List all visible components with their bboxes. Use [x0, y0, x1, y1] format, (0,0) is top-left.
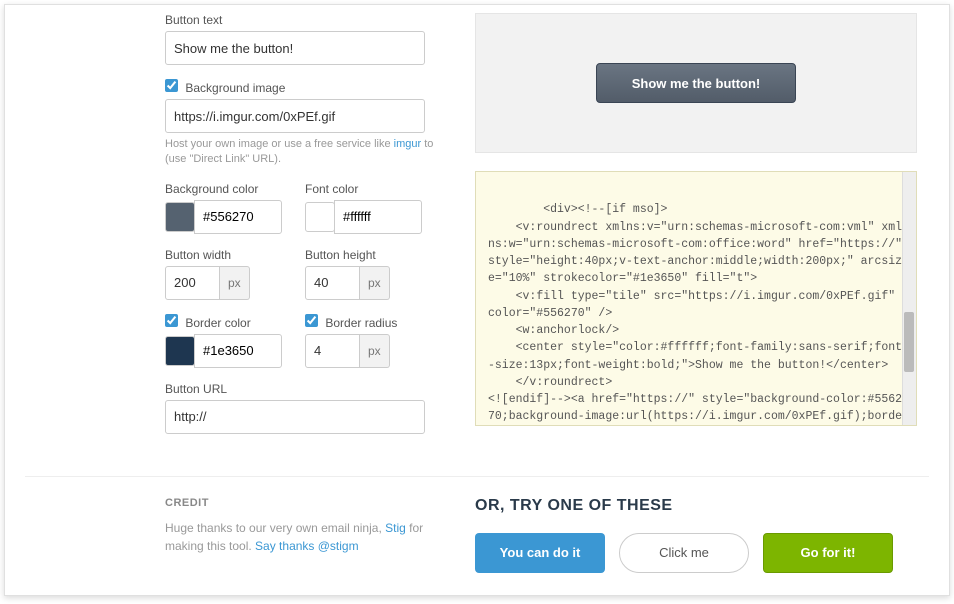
- code-output[interactable]: <div><!--[if mso]> <v:roundrect xmlns:v=…: [475, 171, 917, 426]
- font-color-label: Font color: [305, 182, 425, 196]
- border-color-swatch[interactable]: [165, 336, 195, 366]
- border-color-input[interactable]: [194, 334, 282, 368]
- try-heading: OR, TRY ONE OF THESE: [475, 497, 929, 515]
- try-button-2[interactable]: Click me: [619, 533, 749, 573]
- bg-color-swatch[interactable]: [165, 202, 195, 232]
- credit-heading: CREDIT: [165, 497, 435, 509]
- width-label: Button width: [165, 248, 285, 262]
- scrollbar-track: [902, 172, 916, 425]
- height-label: Button height: [305, 248, 425, 262]
- border-color-checkbox[interactable]: [165, 314, 178, 327]
- stig-link[interactable]: Stig: [385, 521, 406, 535]
- url-label: Button URL: [165, 382, 435, 396]
- divider: [25, 476, 929, 477]
- credit-text: Huge thanks to our very own email ninja,…: [165, 519, 435, 555]
- imgur-link[interactable]: imgur: [394, 138, 422, 150]
- button-text-label: Button text: [165, 13, 435, 27]
- width-unit: px: [220, 266, 250, 300]
- font-color-swatch[interactable]: [305, 202, 335, 232]
- try-button-3[interactable]: Go for it!: [763, 533, 893, 573]
- border-radius-label: Border radius: [305, 314, 425, 330]
- button-text-input[interactable]: [165, 31, 425, 65]
- border-radius-unit: px: [360, 334, 390, 368]
- bg-image-input[interactable]: [165, 99, 425, 133]
- preview-button[interactable]: Show me the button!: [596, 63, 796, 103]
- border-radius-checkbox[interactable]: [305, 314, 318, 327]
- stigm-link[interactable]: Say thanks @stigm: [255, 539, 359, 553]
- bg-image-checkbox[interactable]: [165, 79, 178, 92]
- height-input[interactable]: [305, 266, 360, 300]
- height-unit: px: [360, 266, 390, 300]
- bg-color-input[interactable]: [194, 200, 282, 234]
- font-color-input[interactable]: [334, 200, 422, 234]
- try-button-1[interactable]: You can do it: [475, 533, 605, 573]
- bg-color-label: Background color: [165, 182, 285, 196]
- width-input[interactable]: [165, 266, 220, 300]
- border-radius-input[interactable]: [305, 334, 360, 368]
- bg-image-label: Background image: [165, 79, 435, 95]
- scrollbar-thumb[interactable]: [904, 312, 914, 372]
- bg-image-help: Host your own image or use a free servic…: [165, 137, 435, 168]
- url-input[interactable]: [165, 400, 425, 434]
- border-color-label: Border color: [165, 314, 285, 330]
- preview-panel: Show me the button!: [475, 13, 917, 153]
